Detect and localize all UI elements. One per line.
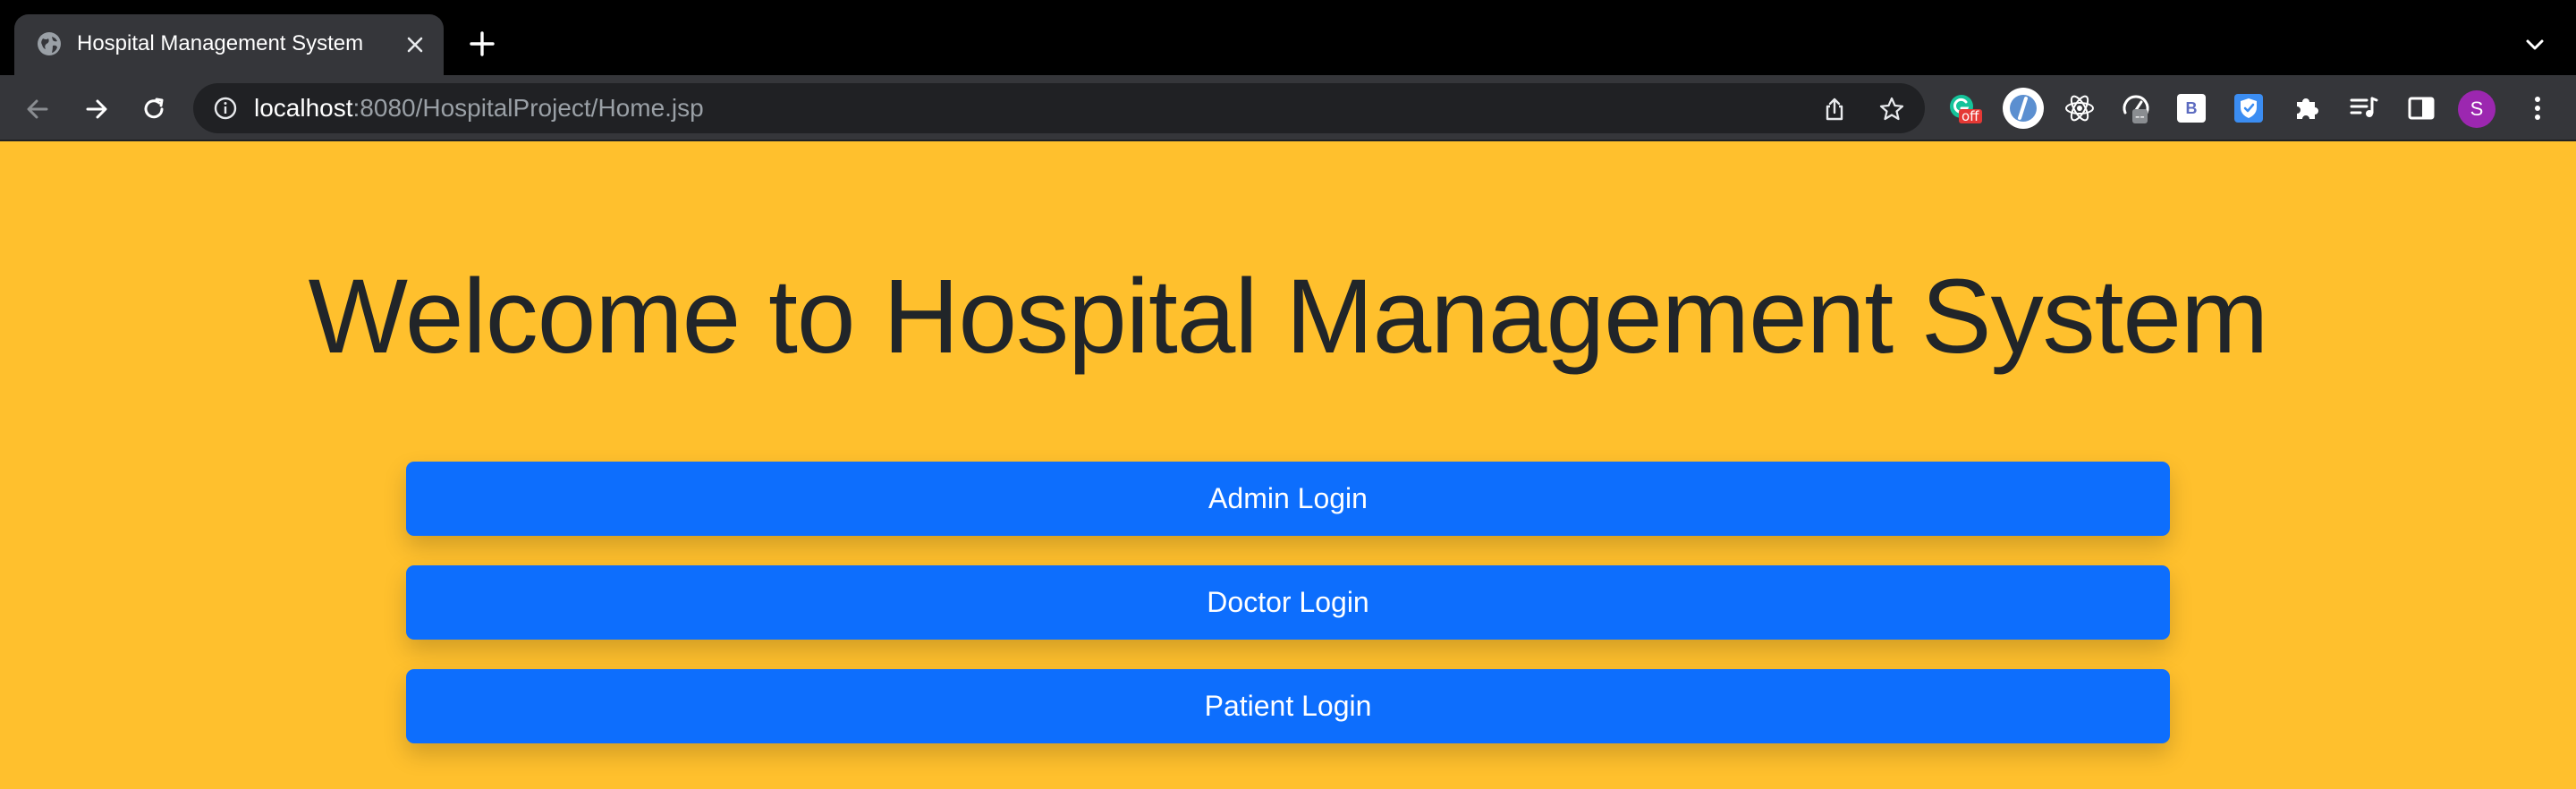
extension-badge: -- — [2132, 109, 2148, 123]
page-title: Welcome to Hospital Management System — [308, 258, 2269, 376]
close-icon[interactable] — [402, 32, 428, 57]
grammarly-badge: off — [1959, 109, 1982, 123]
browser-toolbar: localhost:8080/HospitalProject/Home.jsp … — [0, 75, 2576, 141]
tab-title: Hospital Management System — [77, 31, 364, 55]
chevron-down-icon[interactable] — [2522, 32, 2547, 57]
browser-tab[interactable]: Hospital Management System — [14, 14, 444, 75]
new-tab-plus-icon[interactable] — [467, 29, 497, 59]
gauge-extension-icon[interactable]: -- — [2120, 91, 2154, 125]
patient-login-button[interactable]: Patient Login — [406, 669, 2170, 743]
react-devtools-icon[interactable] — [2063, 91, 2097, 125]
proxy-logo-icon — [2003, 88, 2044, 129]
info-icon[interactable] — [213, 96, 238, 121]
grammarly-extension-icon[interactable]: off — [1946, 91, 1982, 125]
profile-avatar[interactable]: S — [2458, 90, 2496, 128]
shield-icon — [2241, 98, 2257, 118]
media-queue-icon[interactable] — [2347, 91, 2381, 125]
share-icon[interactable] — [1821, 96, 1848, 123]
kebab-menu-icon[interactable] — [2521, 91, 2555, 125]
browser-tab-strip: Hospital Management System — [0, 0, 2576, 75]
puzzle-extensions-icon[interactable] — [2290, 91, 2324, 125]
globe-icon — [38, 32, 61, 55]
side-panel-icon[interactable] — [2404, 91, 2438, 125]
bookmark-star-icon[interactable] — [1878, 96, 1905, 123]
page-content: Welcome to Hospital Management System Ad… — [0, 141, 2576, 789]
forward-arrow-icon[interactable] — [82, 95, 111, 123]
b-extension-label: B — [2185, 99, 2198, 117]
address-bar[interactable]: localhost:8080/HospitalProject/Home.jsp — [193, 83, 1925, 133]
reload-icon[interactable] — [140, 95, 168, 123]
admin-login-button[interactable]: Admin Login — [406, 462, 2170, 536]
shield-extension-icon[interactable] — [2234, 94, 2263, 123]
url-path: :8080/HospitalProject/Home.jsp — [352, 94, 704, 122]
profile-initial: S — [2470, 98, 2484, 120]
doctor-login-button[interactable]: Doctor Login — [406, 565, 2170, 640]
back-arrow-icon[interactable] — [23, 95, 52, 123]
url-host: localhost — [254, 94, 353, 122]
b-extension-icon[interactable]: B — [2177, 94, 2206, 123]
url-text[interactable]: localhost:8080/HospitalProject/Home.jsp — [254, 83, 704, 133]
proxy-extension-icon[interactable] — [2002, 87, 2045, 130]
